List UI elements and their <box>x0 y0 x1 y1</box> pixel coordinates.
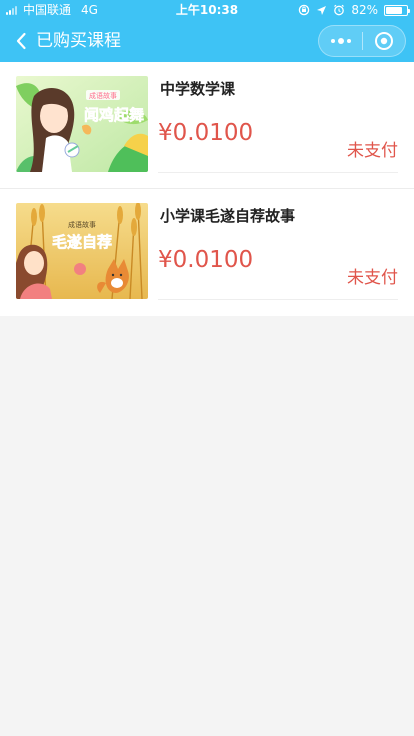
nav-bar: 已购买课程 <box>0 20 414 62</box>
payment-status: 未支付 <box>347 268 398 288</box>
more-dots-icon <box>330 39 335 43</box>
status-bar: 中国联通 4G 上午10:38 82% <box>0 0 414 20</box>
close-button[interactable] <box>363 26 405 56</box>
thumb-title-text: 闻鸡起舞 <box>84 106 144 124</box>
carrier-label: 中国联通 <box>23 3 72 17</box>
item-underline <box>158 299 398 300</box>
item-underline <box>158 172 398 173</box>
thumb-tag-text: 成语故事 <box>68 220 96 229</box>
chevron-left-icon <box>16 32 26 50</box>
back-button[interactable] <box>10 29 32 53</box>
battery-level <box>386 6 403 14</box>
mini-program-capsule <box>318 25 406 57</box>
more-dot-right <box>346 39 351 43</box>
course-thumbnail: 成语故事 闻鸡起舞 <box>16 76 148 172</box>
thumb-title-text: 毛遂自荐 <box>52 233 112 251</box>
course-title: 小学课毛遂自荐故事 <box>160 207 296 225</box>
lock-rotation-icon <box>299 4 310 16</box>
battery-icon <box>384 4 410 16</box>
more-button[interactable] <box>319 26 362 56</box>
battery-percent: 82% <box>351 3 378 17</box>
course-thumbnail: 成语故事 毛遂自荐 <box>16 203 148 299</box>
alarm-icon <box>334 4 345 16</box>
more-dot-center <box>337 38 344 44</box>
app-header: 中国联通 4G 上午10:38 82% 已购买课程 <box>0 0 414 62</box>
location-icon <box>317 5 327 15</box>
status-right: 82% <box>298 0 410 20</box>
mao-sui-zi-jian-illustration: 成语故事 毛遂自荐 <box>16 203 148 299</box>
course-list: 成语故事 闻鸡起舞 中学数学课 ¥0.0100 未支付 成语故事 毛遂自荐 小学… <box>0 62 414 316</box>
target-close-icon <box>374 32 393 50</box>
page-title: 已购买课程 <box>36 31 121 51</box>
course-item[interactable]: 成语故事 毛遂自荐 小学课毛遂自荐故事 ¥0.0100 未支付 <box>0 189 414 316</box>
wen-ji-qi-wu-illustration: 成语故事 闻鸡起舞 <box>16 76 148 172</box>
network-label: 4G <box>81 3 98 17</box>
course-price: ¥0.0100 <box>158 120 254 146</box>
payment-status: 未支付 <box>347 141 398 161</box>
course-item[interactable]: 成语故事 闻鸡起舞 中学数学课 ¥0.0100 未支付 <box>0 62 414 189</box>
status-left: 中国联通 4G <box>6 0 98 20</box>
thumb-tag-text: 成语故事 <box>89 91 117 100</box>
course-price: ¥0.0100 <box>158 247 254 273</box>
course-title: 中学数学课 <box>160 80 236 98</box>
signal-icon <box>6 5 17 15</box>
